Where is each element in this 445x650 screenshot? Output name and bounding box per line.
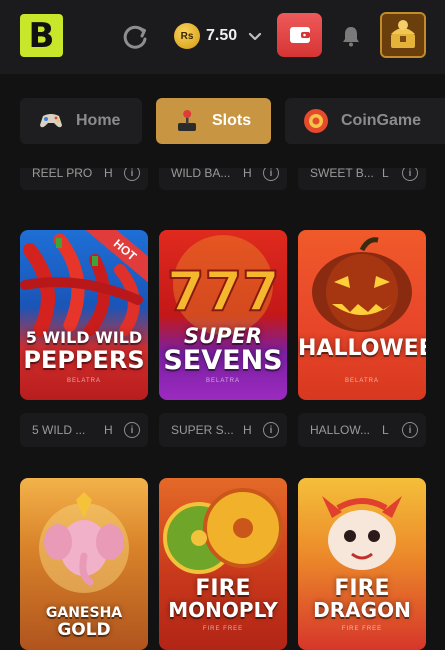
- provider-code: H: [104, 168, 113, 180]
- game-card-halloween[interactable]: HALLOWEEN BELATRA: [298, 230, 426, 400]
- game-label-5-wild[interactable]: 5 WILD ... H i: [20, 413, 148, 447]
- game-name: 5 WILD ...: [32, 423, 86, 437]
- game-name: SWEET B...: [310, 168, 374, 180]
- refresh-icon[interactable]: [120, 22, 150, 52]
- tab-coingame-label: CoinGame: [341, 112, 422, 129]
- svg-text:777: 777: [167, 260, 280, 323]
- game-title-line1: 5 WILD WILD: [25, 328, 143, 347]
- tab-slots-label: Slots: [212, 112, 252, 129]
- game-label-super-s[interactable]: SUPER S... H i: [159, 413, 287, 447]
- info-icon[interactable]: i: [402, 422, 418, 438]
- logo-letter: B: [28, 15, 55, 56]
- category-tabs: Home Slots CoinGame: [0, 92, 445, 150]
- game-title-line2: GOLD: [57, 620, 111, 640]
- info-icon[interactable]: i: [402, 168, 418, 181]
- provider-code: H: [243, 168, 252, 180]
- game-title-line2: PEPPERS: [23, 346, 145, 374]
- balance-amount: 7.50: [206, 27, 238, 44]
- bell-icon[interactable]: [339, 24, 363, 48]
- game-label-row-1: 5 WILD ... H i SUPER S... H i HALLOW... …: [0, 413, 445, 447]
- provider-code: L: [382, 423, 389, 437]
- game-provider-sub: BELATRA: [345, 378, 379, 384]
- game-name: WILD BA...: [171, 168, 231, 180]
- game-title-line1: FIRE: [334, 576, 390, 601]
- avatar-treasure-icon: [382, 14, 424, 56]
- game-title-line2: MONOPLY: [168, 598, 278, 622]
- joystick-icon: [174, 108, 200, 134]
- game-title-line1: FIRE: [195, 576, 251, 601]
- info-icon[interactable]: i: [124, 168, 140, 181]
- dragon-artwork: [322, 496, 402, 570]
- game-title-line1: SUPER: [183, 324, 263, 348]
- coin-chip-icon: [303, 108, 329, 134]
- game-card-5-wild-wild-peppers[interactable]: HOT 5 WILD WILD PEPPERS BELATRA: [20, 230, 148, 400]
- top-bar: B Rs 7.50: [0, 0, 445, 74]
- game-title-line2: DRAGON: [313, 598, 411, 622]
- game-card-super-sevens[interactable]: 777 SUPER SEVENS BELATRA: [159, 230, 287, 400]
- tab-home[interactable]: Home: [20, 98, 142, 144]
- wallet-button[interactable]: [277, 13, 322, 57]
- game-label-sweet-b[interactable]: SWEET B... L i: [298, 168, 426, 190]
- rupee-coin-icon: Rs: [174, 23, 200, 49]
- wallet-icon: [289, 27, 310, 43]
- game-label-wild-ba[interactable]: WILD BA... H i: [159, 168, 287, 190]
- game-label-hallow[interactable]: HALLOW... L i: [298, 413, 426, 447]
- tab-slots[interactable]: Slots: [156, 98, 271, 144]
- info-icon[interactable]: i: [124, 422, 140, 438]
- game-title-line1: GANESHA: [45, 605, 123, 621]
- game-card-fire-dragon[interactable]: FIRE DRAGON FIRE FREE: [298, 478, 426, 650]
- tab-home-label: Home: [76, 112, 121, 129]
- game-card-ganesha-gold[interactable]: GANESHA GOLD: [20, 478, 148, 650]
- game-provider-sub: FIRE FREE: [202, 626, 244, 632]
- game-title-line1: HALLOWEEN: [298, 336, 426, 361]
- pumpkin-artwork: [312, 237, 412, 332]
- game-provider-sub: BELATRA: [67, 378, 101, 384]
- gamepad-icon: [38, 108, 64, 134]
- currency-symbol: Rs: [180, 30, 194, 42]
- game-name: SUPER S...: [171, 423, 234, 437]
- game-provider-sub: FIRE FREE: [341, 626, 383, 632]
- provider-code: L: [382, 168, 389, 180]
- game-label-reel-pro[interactable]: REEL PRO H i: [20, 168, 148, 190]
- tab-coingame[interactable]: CoinGame: [285, 98, 445, 144]
- game-card-fire-monoply[interactable]: FIRE MONOPLY FIRE FREE: [159, 478, 287, 650]
- provider-code: H: [104, 423, 113, 437]
- avatar[interactable]: [380, 12, 426, 58]
- game-provider-sub: BELATRA: [206, 378, 240, 384]
- chevron-down-icon: [249, 32, 262, 41]
- info-icon[interactable]: i: [263, 168, 279, 181]
- game-name: REEL PRO: [32, 168, 93, 180]
- provider-code: H: [243, 423, 252, 437]
- info-icon[interactable]: i: [263, 422, 279, 438]
- game-name: HALLOW...: [310, 423, 371, 437]
- balance-selector[interactable]: Rs 7.50: [174, 20, 263, 52]
- game-title-line2: SEVENS: [163, 345, 283, 376]
- game-label-row-top: REEL PRO H i WILD BA... H i SWEET B... L…: [0, 168, 445, 194]
- brand-logo[interactable]: B: [20, 14, 63, 57]
- fire-wheel-artwork: [163, 488, 283, 574]
